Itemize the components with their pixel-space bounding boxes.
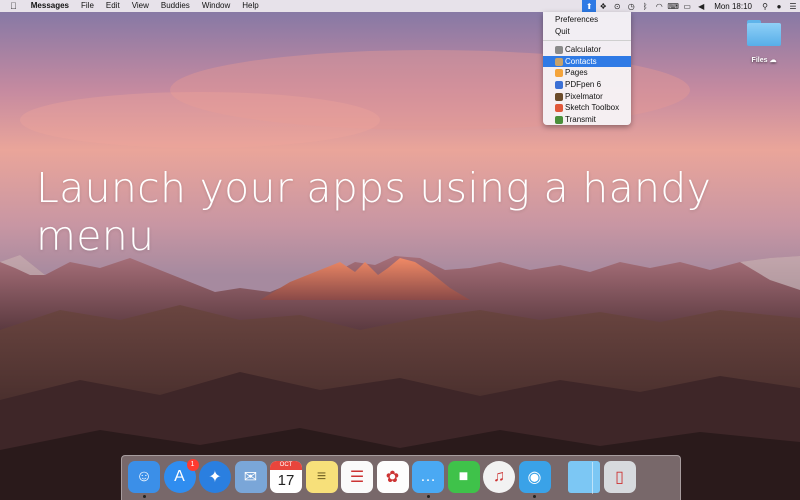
notification-badge: 1 [186, 459, 199, 471]
dock-glyph: ☺ [135, 468, 153, 485]
clock[interactable]: Mon 18:10 [708, 2, 758, 11]
menu-item-app[interactable]: Sketch Toolbox [543, 102, 631, 114]
desktop-folder-files[interactable]: Files ☁ [746, 20, 782, 64]
dock-messages-icon[interactable]: … [412, 461, 444, 493]
app-icon [555, 115, 563, 124]
menu-item-label: PDFpen 6 [565, 79, 602, 89]
menu-item-app[interactable]: Contacts [543, 55, 631, 68]
dock-app-store-icon[interactable]: A1 [163, 459, 199, 493]
wifi-icon[interactable]: ◠ [652, 0, 666, 12]
app-icon [555, 104, 563, 113]
dock-glyph: ☰ [349, 469, 365, 486]
menu-separator [543, 40, 631, 42]
menu-edit[interactable]: Edit [100, 0, 126, 12]
launcher-dropdown: Preferences Quit Calculator Contacts Pages… [543, 12, 631, 125]
spotlight-icon[interactable]: ⚲ [758, 0, 772, 12]
menu-extras: ⬆ ❖ ⊙ ◷ ᛒ ◠ ⌨ ▭ ◀ Mon 18:10 ⚲ ● ☰ [582, 0, 800, 12]
sync-icon[interactable]: ⊙ [610, 0, 624, 12]
menu-item-app[interactable]: Transmit [543, 114, 631, 126]
keyboard-icon[interactable]: ⌨ [666, 0, 680, 12]
dock-notes-icon[interactable]: ≡ [305, 461, 338, 493]
dock-facetime-icon[interactable]: ■ [447, 461, 480, 493]
calendar-month: OCT [270, 461, 302, 470]
menu-bar:  Messages File Edit View Buddies Window… [0, 0, 800, 12]
dock-trash-icon[interactable]: ▯ [603, 461, 636, 493]
menu-view[interactable]: View [126, 0, 155, 12]
time-machine-icon[interactable]: ◷ [624, 0, 638, 12]
dock-glyph: ▯ [615, 469, 624, 486]
menu-item-label: Sketch Toolbox [565, 103, 620, 113]
headline: Launch your apps using a handy menu [36, 164, 712, 260]
airplay-icon[interactable]: ▭ [680, 0, 694, 12]
dock-glyph: ✿ [385, 469, 400, 486]
app-launcher-icon[interactable]: ⬆ [582, 0, 597, 12]
running-indicator [142, 495, 146, 498]
menu-file[interactable]: File [75, 0, 100, 12]
dock-tweetbot-icon[interactable]: ◉ [518, 461, 551, 493]
menu-item-app[interactable]: Pages [543, 67, 631, 79]
menu-item-app[interactable]: Pixelmator [543, 91, 631, 103]
menu-item-app[interactable]: PDFpen 6 [543, 79, 631, 91]
dock-glyph: ◉ [527, 469, 542, 486]
app-icon [555, 80, 563, 89]
menu-item-quit[interactable]: Quit [543, 26, 631, 38]
dock-separator [592, 462, 593, 494]
running-indicator [426, 495, 430, 498]
dock-itunes-icon[interactable]: ♫ [483, 461, 515, 493]
dock-glyph: ✉ [243, 469, 258, 486]
dock: ☺ A 1 ✦ ✉ OCT 17 ≡ ☰ ✿ … ■ ♫ ◉ ▯ [121, 455, 681, 500]
siri-icon[interactable]: ● [772, 0, 786, 12]
dock-finder-icon[interactable]: ☺ [128, 461, 160, 493]
menu-item-preferences[interactable]: Preferences [543, 14, 631, 26]
calendar-day: 17 [277, 472, 295, 489]
folder-icon [747, 20, 781, 46]
dock-calendar-icon[interactable]: OCT 17 [270, 461, 302, 493]
volume-icon[interactable]: ◀ [694, 0, 708, 12]
app-icon [555, 57, 563, 66]
dock-glyph: ♫ [493, 468, 505, 485]
dropbox-icon[interactable]: ❖ [596, 0, 610, 12]
menu-help[interactable]: Help [236, 0, 264, 12]
app-icon [555, 92, 563, 101]
running-indicator [533, 495, 536, 498]
menu-item-label: Contacts [565, 56, 597, 66]
dock-glyph: ✦ [208, 469, 222, 486]
menu-item-app[interactable]: Calculator [543, 44, 631, 56]
dock-glyph: … [420, 468, 436, 485]
menu-window[interactable]: Window [196, 0, 236, 12]
dock-glyph [568, 461, 600, 493]
menu-app-name[interactable]: Messages [25, 0, 75, 12]
desktop-folder-label: Files ☁ [751, 57, 777, 64]
notification-center-icon[interactable]: ☰ [786, 0, 800, 12]
menu-item-label: Transmit [565, 114, 596, 124]
app-icon [555, 69, 563, 78]
dock-mail-icon[interactable]: ✉ [234, 461, 267, 493]
dock-folder-icon[interactable] [568, 461, 600, 493]
app-icon [555, 46, 563, 55]
dock-photos-icon[interactable]: ✿ [376, 461, 409, 493]
apple-menu-icon[interactable]:  [0, 0, 25, 12]
dock-glyph: ≡ [316, 468, 327, 485]
menu-item-label: Calculator [565, 45, 602, 55]
menu-item-label: Pixelmator [565, 91, 603, 101]
menu-item-label: Pages [565, 68, 588, 78]
dock-reminders-icon[interactable]: ☰ [341, 461, 373, 493]
dock-safari-icon[interactable]: ✦ [199, 461, 231, 493]
dock-glyph: ■ [458, 468, 469, 485]
menu-buddies[interactable]: Buddies [155, 0, 196, 12]
bluetooth-icon[interactable]: ᛒ [638, 0, 652, 12]
